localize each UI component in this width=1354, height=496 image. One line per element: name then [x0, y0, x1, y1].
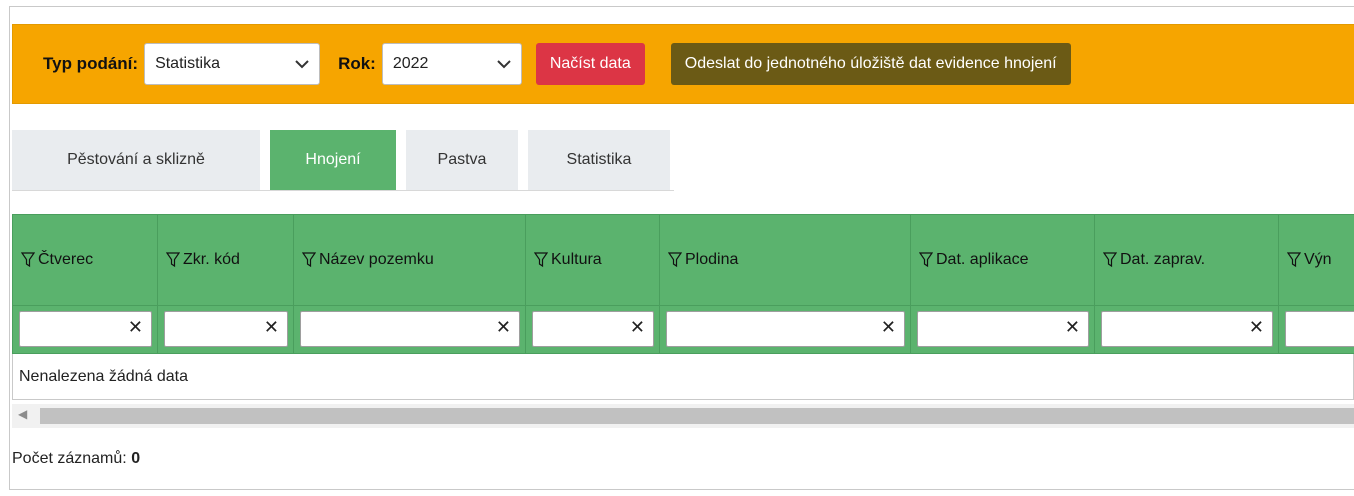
tab-statistika[interactable]: Statistika	[528, 130, 670, 190]
clear-x-icon[interactable]: ✕	[881, 317, 896, 338]
type-select-value: Statistika	[155, 55, 220, 72]
filter-funnel-icon	[1103, 252, 1117, 268]
grid-header: Čtverec ✕ Zkr. kód ✕ Název pozemku ✕ Kul…	[12, 214, 1354, 354]
column-title: Zkr. kód	[183, 251, 240, 268]
chevron-down-icon	[295, 56, 309, 73]
no-data-message: Nenalezena žádná data	[12, 354, 1354, 400]
horizontal-scrollbar[interactable]: ◀	[12, 404, 1354, 428]
column-header-dat-aplikace[interactable]: Dat. aplikace	[919, 251, 1029, 269]
load-data-button[interactable]: Načíst data	[535, 43, 645, 85]
column-header-vynos[interactable]: Výn	[1287, 251, 1332, 269]
data-grid: Čtverec ✕ Zkr. kód ✕ Název pozemku ✕ Kul…	[12, 214, 1354, 400]
column-vynos: Výn	[1279, 215, 1354, 353]
tabs-underline	[12, 190, 674, 191]
filter-input-nazev-pozemku[interactable]: ✕	[300, 311, 520, 347]
filter-input-vynos[interactable]	[1285, 311, 1354, 347]
column-title: Kultura	[551, 251, 602, 268]
filter-funnel-icon	[1287, 252, 1301, 268]
column-header-ctverec[interactable]: Čtverec	[21, 251, 93, 269]
type-select[interactable]: Statistika	[144, 43, 321, 85]
column-title: Název pozemku	[319, 251, 434, 268]
column-title: Výn	[1304, 251, 1332, 268]
year-select-value: 2022	[392, 55, 429, 72]
clear-x-icon[interactable]: ✕	[1249, 317, 1264, 338]
clear-x-icon[interactable]: ✕	[264, 317, 279, 338]
filter-input-kultura[interactable]: ✕	[532, 311, 654, 347]
scroll-left-icon[interactable]: ◀	[18, 407, 27, 421]
filter-funnel-icon	[302, 252, 316, 268]
filter-input-zkr-kod[interactable]: ✕	[164, 311, 288, 347]
clear-x-icon[interactable]: ✕	[496, 317, 511, 338]
column-header-dat-zaprav[interactable]: Dat. zaprav.	[1103, 251, 1205, 269]
clear-x-icon[interactable]: ✕	[630, 317, 645, 338]
clear-x-icon[interactable]: ✕	[128, 317, 143, 338]
column-header-zkr-kod[interactable]: Zkr. kód	[166, 251, 240, 269]
filter-input-dat-zaprav[interactable]: ✕	[1101, 311, 1273, 347]
year-label: Rok:	[338, 54, 376, 73]
clear-x-icon[interactable]: ✕	[1065, 317, 1080, 338]
column-header-plodina[interactable]: Plodina	[668, 251, 738, 269]
record-count: Počet záznamů: 0	[12, 450, 140, 468]
tab-pestovani[interactable]: Pěstování a sklizně	[12, 130, 260, 190]
record-count-label: Počet záznamů:	[12, 450, 127, 467]
year-select[interactable]: 2022	[381, 43, 522, 85]
send-to-storage-button[interactable]: Odeslat do jednotného úložiště dat evide…	[670, 43, 1071, 85]
column-zkr-kod: Zkr. kód ✕	[158, 215, 294, 353]
filter-toolbar: Typ podání: Statistika Rok: 2022 Načíst …	[12, 24, 1354, 104]
tab-bar: Pěstování a sklizně Hnojení Pastva Stati…	[12, 130, 680, 190]
filter-input-dat-aplikace[interactable]: ✕	[917, 311, 1089, 347]
column-title: Plodina	[685, 251, 739, 268]
filter-funnel-icon	[534, 252, 548, 268]
filter-funnel-icon	[668, 252, 682, 268]
filter-funnel-icon	[21, 252, 35, 268]
column-dat-zaprav: Dat. zaprav. ✕	[1095, 215, 1279, 353]
column-title: Dat. aplikace	[936, 251, 1029, 268]
chevron-down-icon	[497, 56, 511, 73]
tab-hnojeni[interactable]: Hnojení	[270, 130, 396, 190]
filter-input-plodina[interactable]: ✕	[666, 311, 905, 347]
type-label: Typ podání:	[43, 54, 139, 73]
filter-input-ctverec[interactable]: ✕	[19, 311, 152, 347]
filter-funnel-icon	[919, 252, 933, 268]
record-count-value: 0	[131, 450, 141, 467]
filter-funnel-icon	[166, 252, 180, 268]
column-kultura: Kultura ✕	[526, 215, 660, 353]
column-header-nazev-pozemku[interactable]: Název pozemku	[302, 251, 434, 269]
column-title: Dat. zaprav.	[1120, 251, 1206, 268]
column-plodina: Plodina ✕	[660, 215, 911, 353]
scrollbar-thumb[interactable]	[40, 408, 1354, 424]
column-dat-aplikace: Dat. aplikace ✕	[911, 215, 1095, 353]
tab-pastva[interactable]: Pastva	[406, 130, 518, 190]
column-ctverec: Čtverec ✕	[13, 215, 158, 353]
column-title: Čtverec	[38, 251, 94, 268]
column-header-kultura[interactable]: Kultura	[534, 251, 602, 269]
column-nazev-pozemku: Název pozemku ✕	[294, 215, 526, 353]
